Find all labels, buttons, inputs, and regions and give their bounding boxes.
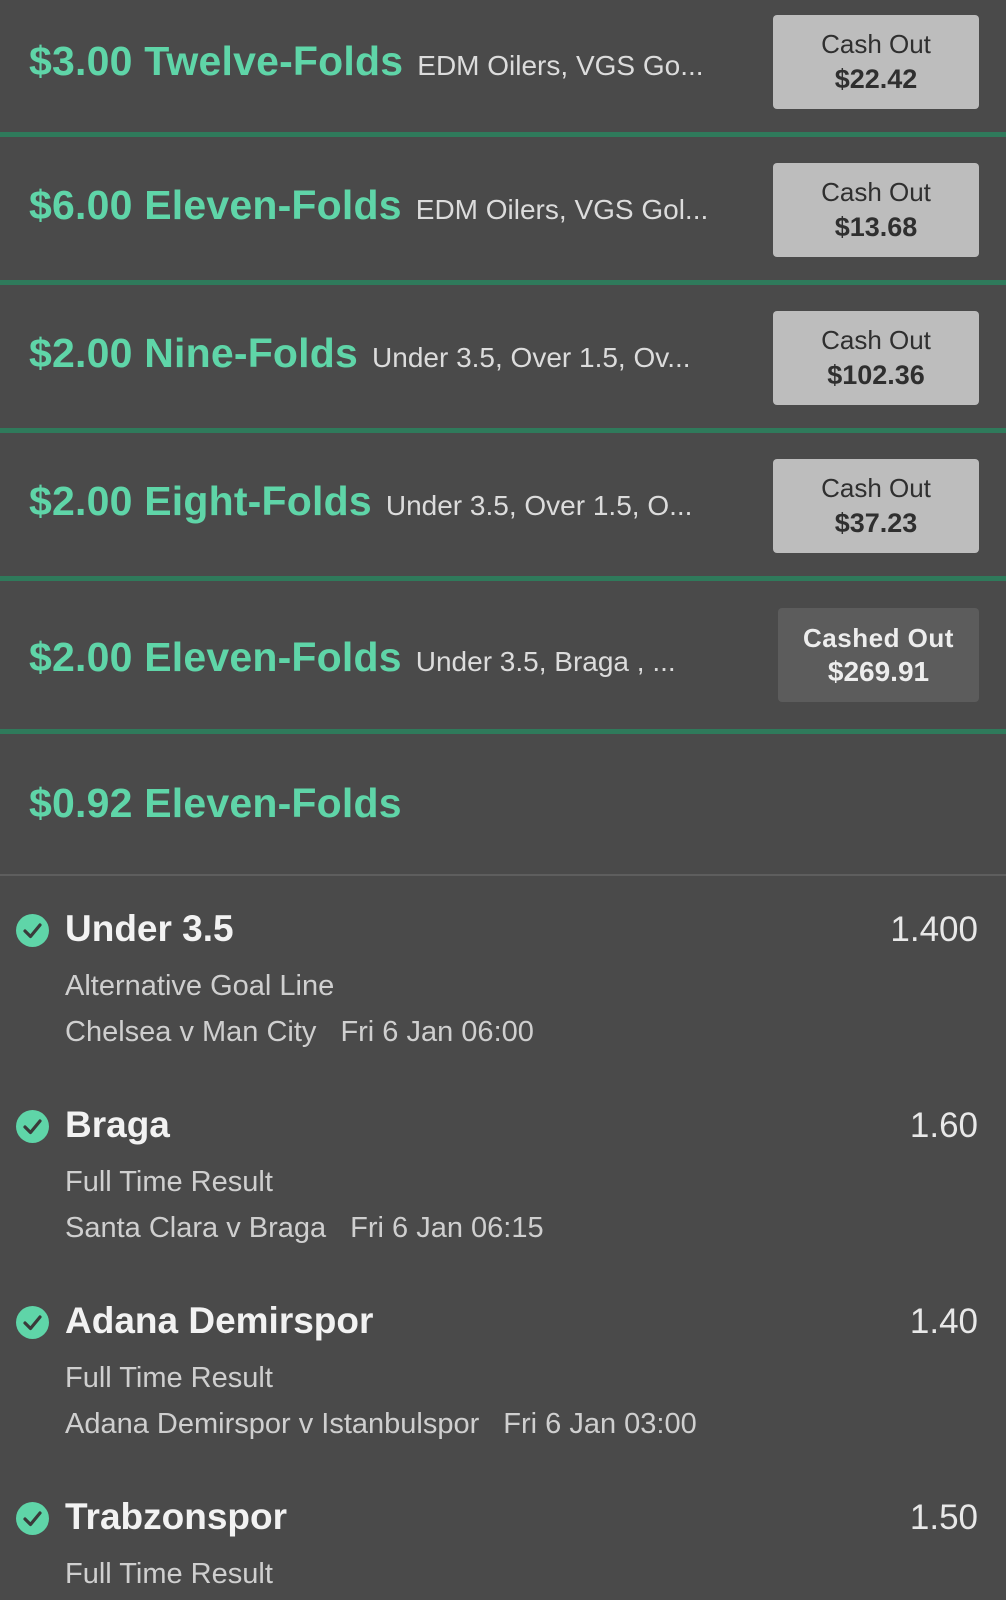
leg-selection: Trabzonspor (65, 1496, 288, 1537)
cash-out-button[interactable]: Cash Out $13.68 (773, 163, 979, 257)
cashed-out-badge: Cashed Out $269.91 (778, 608, 979, 702)
bet-title: $2.00 Eight-Folds Under 3.5, Over 1.5, O… (29, 478, 692, 525)
cash-out-label: Cash Out (821, 325, 931, 355)
leg-odds: 1.40 (909, 1302, 978, 1341)
bet-row[interactable]: $2.00 Eight-Folds Under 3.5, Over 1.5, O… (0, 433, 1006, 576)
leg-market: Full Time Result (65, 1166, 273, 1198)
leg-event: Chelsea v Man City Fri 6 Jan 06:00 (65, 1016, 534, 1049)
bet-legs-summary: Under 3.5, Braga , ... (415, 646, 676, 677)
cash-out-label: Cash Out (821, 177, 931, 207)
leg-selection: Under 3.5 (65, 908, 234, 949)
bet-leg: Trabzonspor 1.50 Full Time Result (0, 1464, 1006, 1600)
bet-legs-summary: Under 3.5, Over 1.5, O... (385, 490, 693, 521)
cash-out-amount: $22.42 (834, 64, 918, 94)
bet-amount-type: $3.00 Twelve-Folds (29, 38, 404, 84)
cashed-out-amount: $269.91 (827, 656, 930, 687)
check-circle-icon (16, 914, 49, 947)
check-circle-icon (16, 1110, 49, 1143)
bet-title: $2.00 Nine-Folds Under 3.5, Over 1.5, Ov… (29, 330, 691, 377)
bet-leg: Under 3.5 1.400 Alternative Goal Line Ch… (0, 876, 1006, 1072)
bet-row[interactable]: $2.00 Eleven-Folds Under 3.5, Braga , ..… (0, 581, 1006, 729)
leg-event-name: Adana Demirspor v Istanbulspor (65, 1408, 480, 1440)
bet-amount-type: $0.92 Eleven-Folds (29, 780, 402, 826)
check-circle-icon (16, 1306, 49, 1339)
bet-amount-type: $2.00 Eleven-Folds (29, 634, 402, 680)
leg-event-time: Fri 6 Jan 06:15 (350, 1212, 544, 1244)
cash-out-button[interactable]: Cash Out $102.36 (773, 311, 979, 405)
bet-leg: Braga 1.60 Full Time Result Santa Clara … (0, 1072, 1006, 1268)
cash-out-button[interactable]: Cash Out $22.42 (773, 15, 979, 109)
bet-title: $0.92 Eleven-Folds (29, 780, 402, 827)
leg-odds: 1.60 (909, 1106, 978, 1145)
bet-row[interactable]: $6.00 Eleven-Folds EDM Oilers, VGS Gol..… (0, 137, 1006, 280)
bet-legs-summary: Under 3.5, Over 1.5, Ov... (372, 342, 691, 373)
leg-market: Alternative Goal Line (65, 970, 335, 1002)
bet-title: $6.00 Eleven-Folds EDM Oilers, VGS Gol..… (29, 182, 708, 229)
leg-event-time: Fri 6 Jan 06:00 (340, 1016, 534, 1048)
bet-amount-type: $2.00 Nine-Folds (29, 330, 359, 376)
expanded-bet-header[interactable]: $0.92 Eleven-Folds (0, 734, 1006, 874)
leg-event: Santa Clara v Braga Fri 6 Jan 06:15 (65, 1212, 544, 1245)
leg-odds: 1.400 (890, 910, 978, 949)
leg-event-time: Fri 6 Jan 03:00 (503, 1408, 697, 1440)
leg-event-name: Santa Clara v Braga (65, 1212, 327, 1244)
cash-out-amount: $37.23 (834, 508, 918, 538)
leg-odds: 1.50 (909, 1498, 978, 1537)
leg-selection: Braga (65, 1104, 170, 1145)
bet-amount-type: $2.00 Eight-Folds (29, 478, 372, 524)
leg-event: Adana Demirspor v Istanbulspor Fri 6 Jan … (65, 1408, 697, 1441)
leg-market: Full Time Result (65, 1362, 273, 1394)
bet-row[interactable]: $2.00 Nine-Folds Under 3.5, Over 1.5, Ov… (0, 285, 1006, 428)
leg-event-name: Chelsea v Man City (65, 1016, 317, 1048)
bet-legs-summary: EDM Oilers, VGS Gol... (415, 194, 709, 225)
bet-title: $2.00 Eleven-Folds Under 3.5, Braga , ..… (29, 634, 676, 681)
cash-out-button[interactable]: Cash Out $37.23 (773, 459, 979, 553)
cash-out-label: Cash Out (821, 29, 931, 59)
bet-legs-summary: EDM Oilers, VGS Go... (417, 50, 704, 81)
cash-out-label: Cash Out (821, 473, 931, 503)
bet-amount-type: $6.00 Eleven-Folds (29, 182, 402, 228)
check-circle-icon (16, 1502, 49, 1535)
bet-title: $3.00 Twelve-Folds EDM Oilers, VGS Go... (29, 38, 704, 85)
cash-out-amount: $102.36 (827, 360, 925, 390)
leg-market: Full Time Result (65, 1558, 273, 1590)
cashed-out-label: Cashed Out (803, 623, 954, 653)
leg-selection: Adana Demirspor (65, 1300, 374, 1341)
cash-out-amount: $13.68 (834, 212, 918, 242)
bet-leg: Adana Demirspor 1.40 Full Time Result Ad… (0, 1268, 1006, 1464)
bet-row[interactable]: $3.00 Twelve-Folds EDM Oilers, VGS Go...… (0, 0, 1006, 132)
